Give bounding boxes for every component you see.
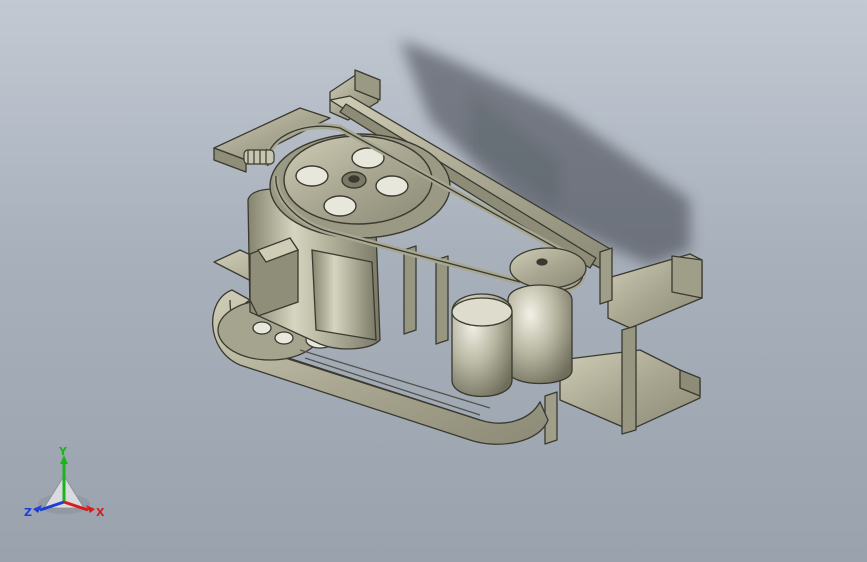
z-label: Z	[24, 506, 32, 519]
graphics-viewport[interactable]: Y X Z	[0, 0, 867, 562]
tension-spring	[243, 149, 275, 165]
assembly-model[interactable]	[0, 0, 867, 562]
pressure-tanks	[451, 284, 573, 398]
y-label: Y	[58, 446, 68, 458]
axis-triad[interactable]: Y X Z	[22, 446, 108, 526]
idler-pulley	[509, 247, 587, 289]
x-label: X	[96, 506, 105, 519]
drive-pulley	[269, 133, 451, 239]
